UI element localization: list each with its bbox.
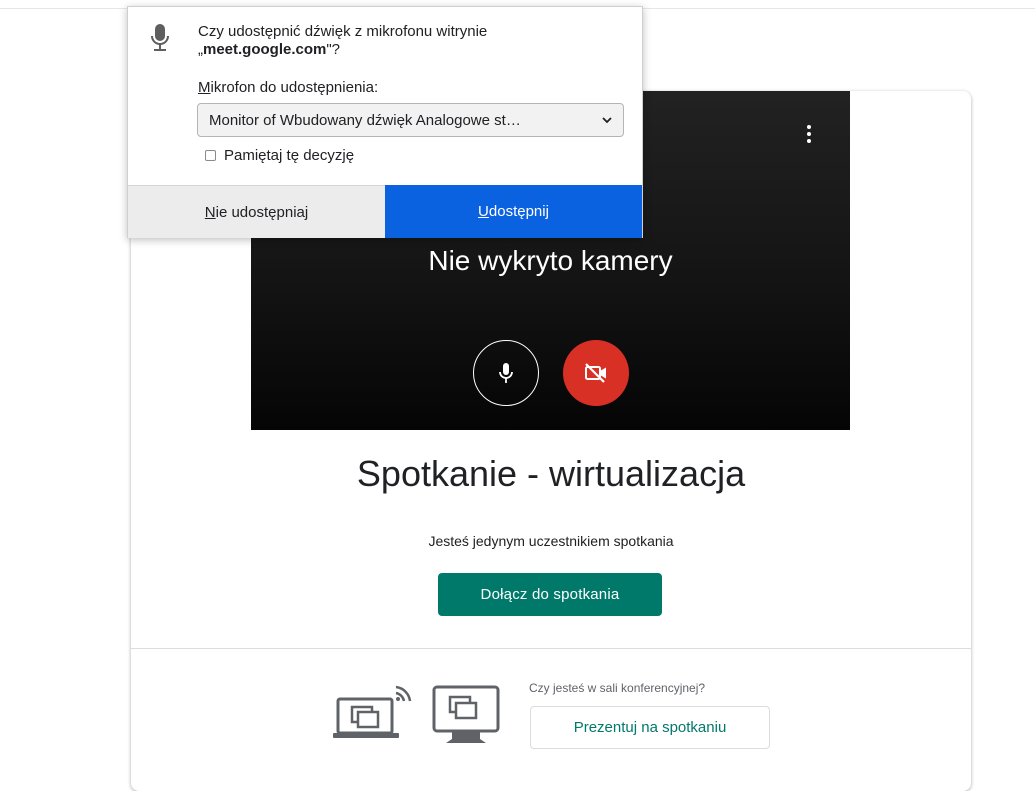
present-in-meeting-button[interactable]: Prezentuj na spotkaniu: [530, 706, 770, 749]
present-devices-icon: [333, 685, 500, 743]
label-text: ikrofon do udostępnienia:: [210, 79, 379, 96]
microphone-select-label: Mikrofon do udostępnienia:: [198, 79, 378, 96]
microphone-selected-value: Monitor of Wbudowany dźwięk Analogowe st…: [209, 112, 521, 129]
deny-button[interactable]: Nie udostępniaj: [128, 185, 385, 238]
conference-room-question: Czy jesteś w sali konferencyjnej?: [529, 681, 706, 695]
camera-off-icon: [584, 363, 606, 383]
microphone-icon: [151, 24, 169, 51]
permission-question: Czy udostępnić dźwięk z mikrofonu witryn…: [198, 23, 618, 59]
camera-toggle-button[interactable]: [562, 340, 629, 406]
site-name: meet.google.com: [203, 41, 327, 58]
participants-status: Jesteś jedynym uczestnikiem spotkania: [428, 533, 674, 549]
label-accesskey: M: [198, 79, 211, 96]
more-options-icon[interactable]: [806, 125, 812, 147]
preview-controls: [251, 340, 850, 406]
popup-actions: Nie udostępniaj Udostępnij: [128, 185, 642, 238]
microphone-icon: [498, 363, 513, 383]
microphone-toggle-button[interactable]: [472, 340, 539, 406]
remember-label: Pamiętaj tę decyzję: [224, 147, 355, 164]
join-meeting-button[interactable]: Dołącz do spotkania: [438, 573, 662, 616]
chevron-down-icon: [602, 117, 612, 124]
question-text: Czy udostępnić dźwięk z mikrofonu witryn…: [198, 23, 488, 40]
remember-decision-option[interactable]: Pamiętaj tę decyzję: [205, 147, 354, 164]
meeting-title: Spotkanie - wirtualizacja: [356, 453, 746, 494]
no-camera-message: Nie wykryto kamery: [428, 245, 673, 276]
close-quote: "?: [326, 41, 341, 58]
microphone-select[interactable]: Monitor of Wbudowany dźwięk Analogowe st…: [197, 103, 624, 137]
section-divider: [131, 648, 971, 649]
allow-button[interactable]: Udostępnij: [385, 185, 642, 238]
remember-checkbox[interactable]: [205, 150, 216, 161]
microphone-permission-popup: Czy udostępnić dźwięk z mikrofonu witryn…: [127, 6, 643, 238]
